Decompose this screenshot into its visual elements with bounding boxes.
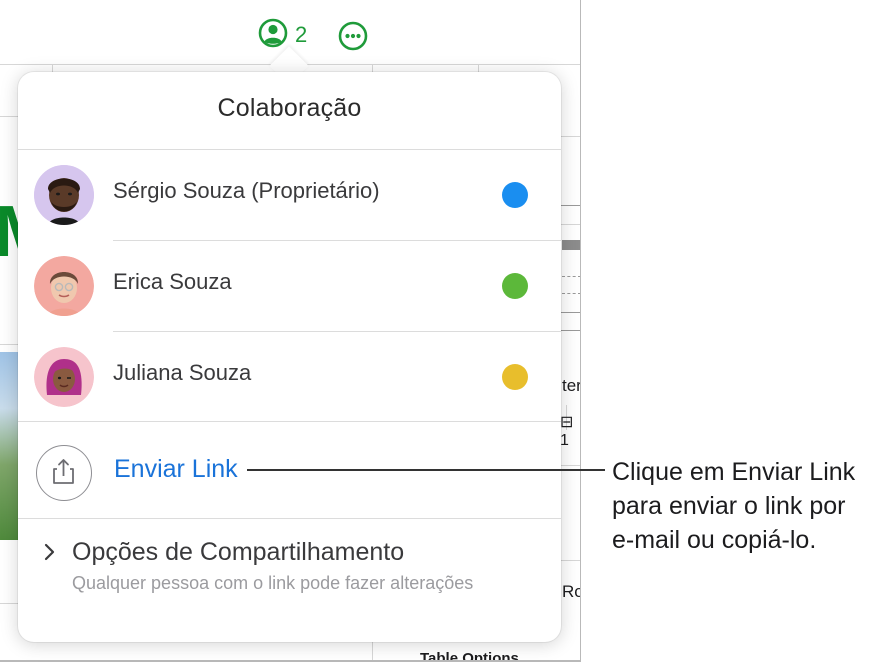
ellipsis-circle-icon [338, 21, 368, 55]
chevron-right-icon [42, 542, 58, 562]
background-text-fragment: ⊟ 1 [560, 414, 574, 449]
participant-name: Sérgio Souza (Proprietário) [113, 178, 380, 203]
participant-color-dot [502, 364, 528, 390]
participant-row[interactable]: Juliana Souza [18, 332, 561, 422]
participant-row[interactable]: Sérgio Souza (Proprietário) [18, 150, 561, 240]
background-photo [0, 352, 18, 540]
collaborator-count: 2 [295, 22, 308, 47]
share-options-button[interactable]: Opções de Compartilhamento Qualquer pess… [18, 520, 561, 630]
participant-name: Erica Souza [113, 269, 232, 294]
avatar [34, 165, 94, 225]
participant-name: Juliana Souza [113, 360, 252, 385]
avatar [34, 347, 94, 407]
callout-text: Clique em Enviar Link para enviar o link… [612, 455, 896, 557]
participant-row[interactable]: Erica Souza [18, 241, 561, 331]
callout-line: para enviar o link por [612, 492, 846, 520]
callout-line: Clique em Enviar Link [612, 458, 856, 486]
share-icon [36, 445, 92, 501]
participant-color-dot [502, 182, 528, 208]
person-circle-icon [258, 18, 288, 53]
callout-leader-line [247, 469, 605, 471]
callout-line: e-mail ou copiá-lo. [612, 526, 817, 554]
more-button[interactable] [338, 21, 368, 51]
background-text-fragment: ter [562, 376, 581, 395]
background-text-fragment: Ro [562, 582, 580, 601]
participant-color-dot [502, 273, 528, 299]
share-options-title: Opções de Compartilhamento [72, 538, 405, 566]
send-link-label: Enviar Link [114, 455, 238, 483]
collaborate-button[interactable]: 2 [258, 18, 308, 53]
avatar [34, 256, 94, 316]
popover-title: Colaboração [217, 94, 362, 122]
collaboration-popover: Colaboração Sérgio Souza (Proprietário) [18, 72, 561, 642]
share-options-description: Qualquer pessoa com o link pode fazer al… [72, 573, 474, 593]
